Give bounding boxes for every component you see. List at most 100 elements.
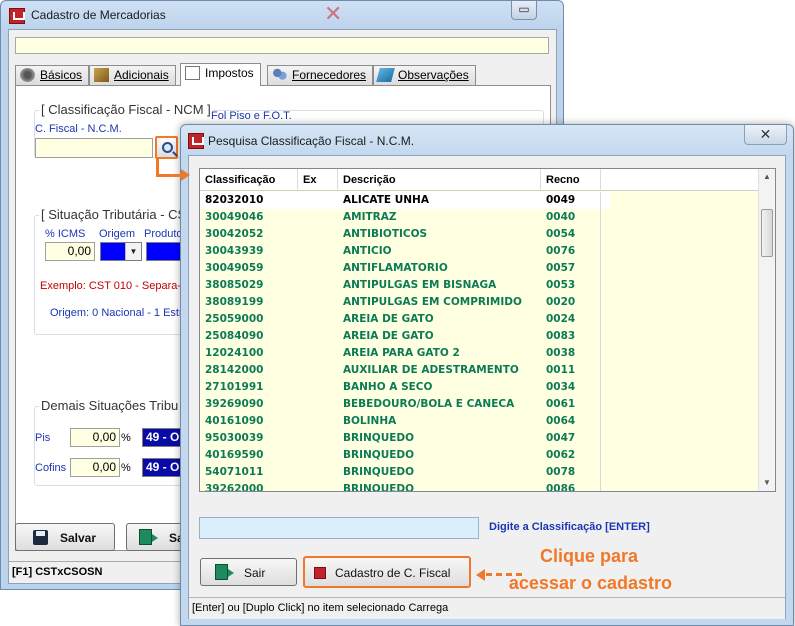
table-row[interactable]: 30049046 AMITRAZ 0040 xyxy=(200,209,775,226)
cell-classificacao: 28142000 xyxy=(205,364,264,376)
tools-icon xyxy=(94,68,109,82)
demais-group-title: Demais Situações Tribu xyxy=(39,398,181,413)
table-row[interactable]: 82032010 ALICATE UNHA 0049 xyxy=(200,192,775,209)
table-row[interactable]: 12024100 AREIA PARA GATO 2 0038 xyxy=(200,345,775,362)
cofins-percent: % xyxy=(121,462,131,474)
dialog-title: Pesquisa Classificação Fiscal - N.C.M. xyxy=(208,134,415,148)
chevron-down-icon: ▼ xyxy=(125,243,141,260)
yarn-icon xyxy=(20,68,35,82)
cell-classificacao: 25059000 xyxy=(205,313,264,325)
dialog-status-bar: [Enter] ou [Duplo Click] no item selecio… xyxy=(189,597,785,619)
dialog-close-button[interactable]: ✕ xyxy=(744,125,787,145)
cell-ex xyxy=(298,413,338,430)
pesquisa-ncm-dialog: Pesquisa Classificação Fiscal - N.C.M. ✕… xyxy=(180,124,794,626)
dialog-client-area: Classificação Ex Descrição Recno 8203201… xyxy=(188,155,786,619)
save-button-label: Salvar xyxy=(60,531,97,545)
icms-input[interactable]: 0,00 xyxy=(45,242,95,261)
exit-button-main[interactable]: Sa xyxy=(126,523,186,551)
cell-classificacao: 30042052 xyxy=(205,228,264,240)
cell-ex xyxy=(298,481,338,491)
close-x-icon: ✕ xyxy=(324,1,343,26)
scroll-up-icon[interactable]: ▲ xyxy=(759,169,775,185)
table-row[interactable]: 39269090 BEBEDOURO/BOLA E CANECA 0061 xyxy=(200,396,775,413)
table-row[interactable]: 28142000 AUXILIAR DE ADESTRAMENTO 0011 xyxy=(200,362,775,379)
scroll-thumb[interactable] xyxy=(761,209,773,257)
tab-basicos[interactable]: Básicos xyxy=(15,65,90,85)
table-row[interactable]: 40161090 BOLINHA 0064 xyxy=(200,413,775,430)
table-row[interactable]: 54071011 BRINQUEDO 0078 xyxy=(200,464,775,481)
scroll-down-icon[interactable]: ▼ xyxy=(759,475,775,491)
tab-observacoes-label: Observações xyxy=(398,68,469,82)
cell-classificacao: 30049046 xyxy=(205,211,264,223)
col-descricao[interactable]: Descrição xyxy=(338,169,541,191)
table-row[interactable]: 30043939 ANTICIO 0076 xyxy=(200,243,775,260)
cell-recno: 0057 xyxy=(541,260,601,277)
table-row[interactable]: 30049059 ANTIFLAMATORIO 0057 xyxy=(200,260,775,277)
table-row[interactable]: 95030039 BRINQUEDO 0047 xyxy=(200,430,775,447)
table-row[interactable]: 40169590 BRINQUEDO 0062 xyxy=(200,447,775,464)
cell-recno: 0049 xyxy=(541,192,601,209)
floppy-icon xyxy=(33,530,48,545)
save-button[interactable]: Salvar xyxy=(15,523,115,551)
cell-descricao: BANHO A SECO xyxy=(343,381,433,393)
annotation-text: Clique para acessar o cadastro xyxy=(494,543,672,597)
cell-classificacao: 40169590 xyxy=(205,449,264,461)
cell-recno: 0024 xyxy=(541,311,601,328)
ncm-input[interactable] xyxy=(35,138,153,158)
table-row[interactable]: 38085029 ANTIPULGAS EM BISNAGA 0053 xyxy=(200,277,775,294)
tab-adicionais-label: Adicionais xyxy=(114,68,169,82)
cell-classificacao: 30049059 xyxy=(205,262,264,274)
cell-descricao: ANTICIO xyxy=(343,245,392,257)
table-row[interactable]: 25084090 AREIA DE GATO 0083 xyxy=(200,328,775,345)
minimize-button[interactable]: ▭ xyxy=(511,1,537,20)
pis-input[interactable]: 0,00 xyxy=(70,428,120,447)
ncm-search-button[interactable] xyxy=(155,136,178,159)
cell-classificacao: 39269090 xyxy=(205,398,264,410)
tab-observacoes[interactable]: Observações xyxy=(373,65,476,85)
app-small-icon xyxy=(314,567,326,579)
classificacao-search-input[interactable] xyxy=(199,517,479,539)
table-row[interactable]: 25059000 AREIA DE GATO 0024 xyxy=(200,311,775,328)
cell-descricao: ANTIPULGAS EM BISNAGA xyxy=(343,279,497,291)
tab-fornecedores[interactable]: Fornecedores xyxy=(267,65,374,85)
cell-classificacao: 38085029 xyxy=(205,279,264,291)
table-row[interactable]: 38089199 ANTIPULGAS EM COMPRIMIDO 0020 xyxy=(200,294,775,311)
origem-select[interactable]: ▼ xyxy=(100,242,142,261)
col-ex[interactable]: Ex xyxy=(298,169,338,191)
cell-recno: 0047 xyxy=(541,430,601,447)
cadastro-fiscal-button[interactable]: Cadastro de C. Fiscal xyxy=(303,556,471,588)
cofins-input[interactable]: 0,00 xyxy=(70,458,120,477)
search-hint: Digite a Classificação [ENTER] xyxy=(489,521,650,533)
table-row[interactable]: 39262000 BRINQUEDO 0086 xyxy=(200,481,775,492)
icms-label: % ICMS xyxy=(45,228,86,240)
ncm-grid[interactable]: Classificação Ex Descrição Recno 8203201… xyxy=(199,168,776,492)
cell-classificacao: 27101991 xyxy=(205,381,264,393)
tab-fornecedores-label: Fornecedores xyxy=(292,68,367,82)
col-classificacao[interactable]: Classificação xyxy=(200,169,298,191)
cell-recno: 0086 xyxy=(541,481,601,491)
cell-descricao: BRINQUEDO xyxy=(343,483,415,492)
cell-descricao: ANTIFLAMATORIO xyxy=(343,262,448,274)
cell-recno: 0064 xyxy=(541,413,601,430)
cell-descricao: ANTIBIOTICOS xyxy=(343,228,428,240)
tab-adicionais[interactable]: Adicionais xyxy=(89,65,176,85)
product-name-field[interactable] xyxy=(15,37,549,54)
binoculars-icon xyxy=(162,142,173,153)
ncm-group-title: [ Classificação Fiscal - NCM ] xyxy=(39,102,213,117)
cell-ex xyxy=(298,294,338,311)
cell-descricao: AMITRAZ xyxy=(343,211,397,223)
notes-icon xyxy=(376,68,395,82)
tab-basicos-label: Básicos xyxy=(40,68,83,82)
col-recno[interactable]: Recno xyxy=(541,169,601,191)
cell-recno: 0034 xyxy=(541,379,601,396)
cell-descricao: BRINQUEDO xyxy=(343,432,415,444)
tab-impostos[interactable]: Impostos xyxy=(180,63,261,86)
cell-descricao: BRINQUEDO xyxy=(343,466,415,478)
grid-scrollbar[interactable]: ▲ ▼ xyxy=(758,169,775,491)
table-row[interactable]: 30042052 ANTIBIOTICOS 0054 xyxy=(200,226,775,243)
cell-ex xyxy=(298,396,338,413)
dialog-exit-button[interactable]: Sair xyxy=(200,558,297,586)
tab-impostos-label: Impostos xyxy=(205,66,254,80)
table-row[interactable]: 27101991 BANHO A SECO 0034 xyxy=(200,379,775,396)
cell-descricao: BRINQUEDO xyxy=(343,449,415,461)
